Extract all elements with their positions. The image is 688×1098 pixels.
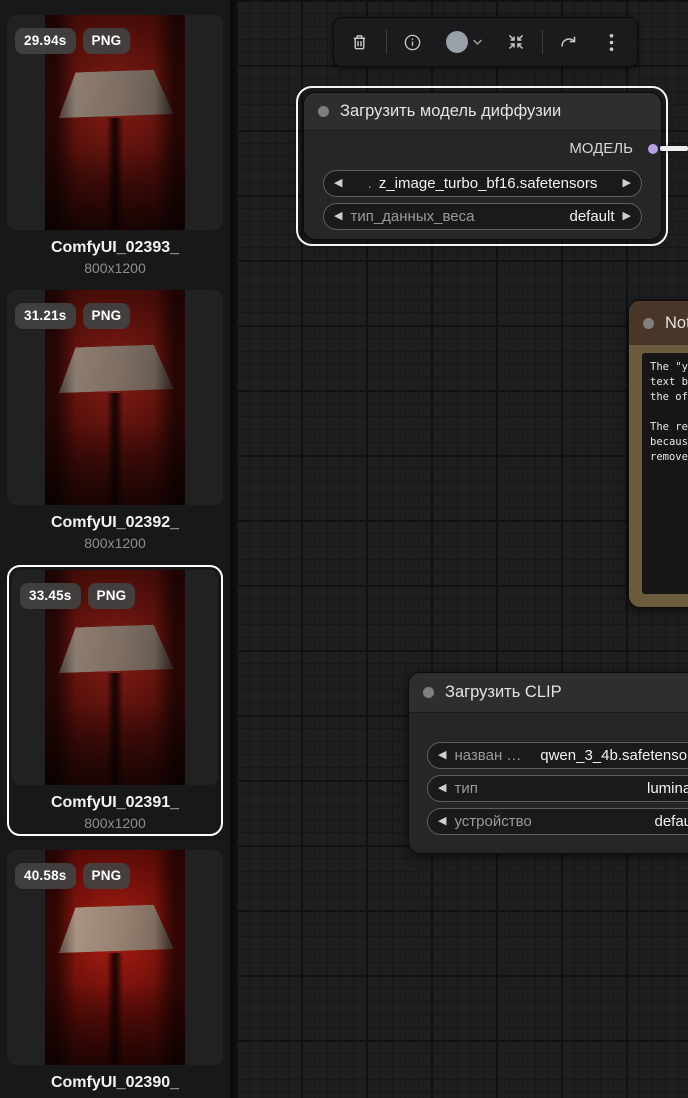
- canvas-toolbar: [333, 17, 638, 67]
- node-title: Note: [665, 313, 688, 332]
- output-label: МОДЕЛЬ: [569, 140, 633, 157]
- redo-button[interactable]: [551, 25, 585, 59]
- prev-value-arrow-icon[interactable]: ◀: [438, 816, 446, 827]
- gallery-item[interactable]: 29.94s PNG ComfyUI_02393_ 800x1200: [7, 15, 223, 276]
- model-output-wire: [660, 146, 688, 151]
- status-menu-button[interactable]: [438, 25, 490, 59]
- image-filename: ComfyUI_02392_: [50, 514, 180, 531]
- kebab-menu-icon: [609, 33, 614, 52]
- widget-value: default: [569, 208, 615, 225]
- note-textarea[interactable]: The "y text b the of The re becaus remov…: [642, 353, 688, 594]
- output-row: МОДЕЛЬ: [304, 139, 661, 163]
- collapse-icon: [506, 32, 526, 52]
- trash-icon: [350, 33, 369, 52]
- prev-value-arrow-icon[interactable]: ◀: [438, 750, 446, 761]
- prev-value-arrow-icon[interactable]: ◀: [334, 211, 342, 222]
- generation-time-badge: 31.21s: [15, 303, 76, 329]
- widget-device[interactable]: ◀ устройство default ▶: [427, 808, 688, 835]
- generation-time-badge: 33.45s: [20, 583, 81, 609]
- widget-value: default: [654, 813, 688, 830]
- next-value-arrow-icon[interactable]: ▶: [623, 211, 631, 222]
- widget-label: назван …: [454, 747, 522, 764]
- widget-clip-name[interactable]: ◀ назван … qwen_3_4b.safetensors ▶: [427, 742, 688, 769]
- widget-label: тип: [454, 780, 478, 797]
- image-thumbnail[interactable]: 33.45s PNG: [12, 570, 218, 785]
- status-circle: [445, 31, 468, 53]
- prev-value-arrow-icon[interactable]: ◀: [438, 783, 446, 794]
- format-badge: PNG: [82, 303, 131, 329]
- redo-icon: [558, 33, 578, 51]
- gallery-item-selected[interactable]: 33.45s PNG ComfyUI_02391_ 800x1200: [7, 565, 223, 836]
- more-options-button[interactable]: [594, 25, 628, 59]
- node-note[interactable]: Note The "y text b the of The re becaus …: [628, 300, 688, 608]
- gallery-item[interactable]: 31.21s PNG ComfyUI_02392_ 800x1200: [7, 290, 223, 551]
- image-filename: ComfyUI_02393_: [50, 239, 180, 256]
- widget-unet-name[interactable]: ◀ . z_image_turbo_bf16.safetensors ▶: [323, 170, 642, 197]
- format-badge: PNG: [82, 863, 131, 889]
- collapse-button[interactable]: [499, 25, 533, 59]
- info-button[interactable]: [395, 25, 429, 59]
- widget-value: z_image_turbo_bf16.safetensors: [378, 175, 598, 192]
- node-status-dot: [423, 687, 434, 698]
- info-icon: [403, 33, 422, 52]
- generation-time-badge: 40.58s: [15, 863, 76, 889]
- model-output-socket[interactable]: [646, 142, 660, 156]
- node-header[interactable]: Загрузить модель диффузии: [304, 93, 661, 131]
- node-load-clip[interactable]: Загрузить CLIP ◀ назван … qwen_3_4b.safe…: [408, 672, 688, 854]
- note-text: The "y text b the of The re becaus remov…: [650, 361, 688, 463]
- node-body-spacer: [409, 713, 688, 742]
- widget-label: .: [367, 175, 372, 192]
- generation-time-badge: 29.94s: [15, 28, 76, 54]
- widget-value: qwen_3_4b.safetensors: [540, 747, 688, 764]
- image-dimensions: 800x1200: [84, 535, 146, 551]
- node-load-diffusion-model[interactable]: Загрузить модель диффузии МОДЕЛЬ ◀ . z_i…: [303, 92, 662, 240]
- widget-weight-dtype[interactable]: ◀ тип_данных_веса default ▶: [323, 203, 642, 230]
- image-filename: ComfyUI_02390_: [50, 1074, 180, 1091]
- node-status-dot: [643, 317, 654, 329]
- toolbar-divider: [541, 30, 543, 54]
- image-thumbnail[interactable]: 40.58s PNG: [7, 850, 223, 1065]
- toolbar-divider: [385, 30, 387, 54]
- node-title: Загрузить CLIP: [445, 683, 562, 701]
- node-header[interactable]: Загрузить CLIP: [409, 673, 688, 713]
- image-thumbnail[interactable]: 31.21s PNG: [7, 290, 223, 505]
- format-badge: PNG: [82, 28, 131, 54]
- widget-label: тип_данных_веса: [350, 208, 475, 225]
- image-gallery-sidebar[interactable]: 29.94s PNG ComfyUI_02393_ 800x1200 31.21…: [0, 0, 233, 1098]
- chevron-down-icon: [472, 38, 483, 46]
- widget-label: устройство: [454, 813, 532, 830]
- node-header[interactable]: Note: [629, 301, 688, 345]
- image-dimensions: 800x1200: [84, 815, 146, 831]
- image-thumbnail[interactable]: 29.94s PNG: [7, 15, 223, 230]
- widget-clip-type[interactable]: ◀ тип lumina2 ▶: [427, 775, 688, 802]
- node-status-dot: [318, 106, 329, 117]
- image-filename: ComfyUI_02391_: [50, 794, 180, 811]
- comfyui-window: Загрузить модель диффузии МОДЕЛЬ ◀ . z_i…: [0, 0, 688, 1098]
- prev-value-arrow-icon[interactable]: ◀: [334, 178, 342, 189]
- node-title: Загрузить модель диффузии: [340, 102, 562, 120]
- format-badge: PNG: [87, 583, 136, 609]
- next-value-arrow-icon[interactable]: ▶: [623, 178, 631, 189]
- image-dimensions: 800x1200: [84, 260, 146, 276]
- delete-button[interactable]: [343, 25, 377, 59]
- gallery-item[interactable]: 40.58s PNG ComfyUI_02390_ 800x1200: [7, 850, 223, 1098]
- widget-value: lumina2: [647, 780, 688, 797]
